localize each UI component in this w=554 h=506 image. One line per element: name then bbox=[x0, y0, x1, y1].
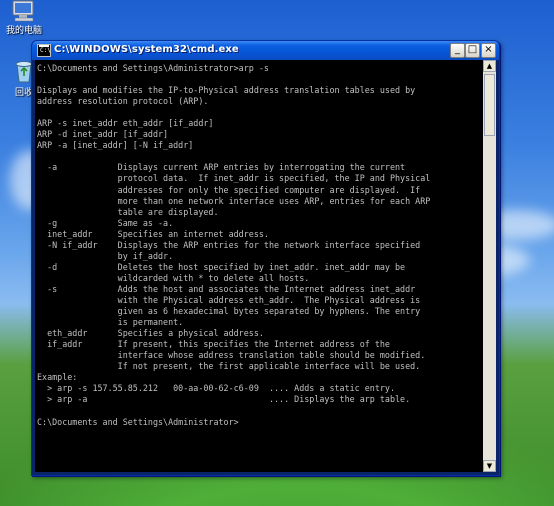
console-line: eth_addr Specifies a physical address. bbox=[37, 328, 264, 339]
console-line: -N if_addr Displays the ARP entries for … bbox=[37, 239, 421, 250]
window-titlebar[interactable]: C:\ C:\WINDOWS\system32\cmd.exe _ □ × bbox=[32, 41, 499, 60]
console-line: addresses for only the specified compute… bbox=[37, 184, 421, 195]
close-button[interactable]: × bbox=[481, 43, 496, 58]
vertical-scrollbar[interactable]: ▲ ▼ bbox=[483, 60, 496, 472]
console-line: given as 6 hexadecimal bytes separated b… bbox=[37, 306, 421, 317]
console-line: if_addr If present, this specifies the I… bbox=[37, 339, 390, 350]
console-line: table are displayed. bbox=[37, 206, 219, 217]
console-line: ARP -d inet_addr [if_addr] bbox=[37, 129, 169, 140]
console-line: protocol data. If inet_addr is specified… bbox=[37, 173, 431, 184]
window-title: C:\WINDOWS\system32\cmd.exe bbox=[54, 44, 239, 55]
scrollbar-thumb[interactable] bbox=[484, 74, 495, 136]
console-line: interface whose address translation tabl… bbox=[37, 350, 426, 361]
console-line: -g Same as -a. bbox=[37, 217, 174, 228]
console-line: Displays and modifies the IP-to-Physical… bbox=[37, 85, 416, 96]
console-line: ARP -a [inet_addr] [-N if_addr] bbox=[37, 140, 194, 151]
console-line: -a Displays current ARP entries by inter… bbox=[37, 162, 406, 173]
minimize-button[interactable]: _ bbox=[450, 43, 465, 58]
console-line: -d Deletes the host specified by inet_ad… bbox=[37, 261, 406, 272]
desktop-icon-my-computer[interactable]: 我的电脑 bbox=[0, 0, 48, 36]
console-line: is permanent. bbox=[37, 317, 184, 328]
console-text: C:\Documents and Settings\Administrator>… bbox=[35, 60, 483, 428]
console-line: more than one network interface uses ARP… bbox=[37, 195, 431, 206]
console-output[interactable]: C:\Documents and Settings\Administrator>… bbox=[35, 60, 483, 472]
console-line: C:\Documents and Settings\Administrator> bbox=[37, 416, 239, 427]
scroll-down-arrow-icon[interactable]: ▼ bbox=[483, 460, 496, 472]
desktop-icon-label: 我的电脑 bbox=[5, 26, 42, 36]
console-line: > arp -a .... Displays the arp table. bbox=[37, 394, 411, 405]
console-line: Example: bbox=[37, 372, 78, 383]
console-line: by if_addr. bbox=[37, 250, 174, 261]
scroll-up-arrow-icon[interactable]: ▲ bbox=[483, 60, 496, 72]
console-line: ARP -s inet_addr eth_addr [if_addr] bbox=[37, 118, 214, 129]
console-line: address resolution protocol (ARP). bbox=[37, 96, 209, 107]
console-line: with the Physical address eth_addr. The … bbox=[37, 294, 421, 305]
console-app-icon[interactable]: C:\ bbox=[37, 44, 51, 57]
console-line: > arp -s 157.55.85.212 00-aa-00-62-c6-09… bbox=[37, 383, 395, 394]
console-line: C:\Documents and Settings\Administrator>… bbox=[37, 63, 269, 73]
console-line: wildcarded with * to delete all hosts. bbox=[37, 272, 310, 283]
console-line: -s Adds the host and associates the Inte… bbox=[37, 283, 416, 294]
cmd-window[interactable]: C:\ C:\WINDOWS\system32\cmd.exe _ □ × C:… bbox=[31, 40, 500, 476]
maximize-button[interactable]: □ bbox=[465, 43, 480, 58]
console-line: inet_addr Specifies an internet address. bbox=[37, 228, 269, 239]
my-computer-icon bbox=[12, 0, 34, 22]
console-line: If not present, the first applicable int… bbox=[37, 361, 421, 372]
